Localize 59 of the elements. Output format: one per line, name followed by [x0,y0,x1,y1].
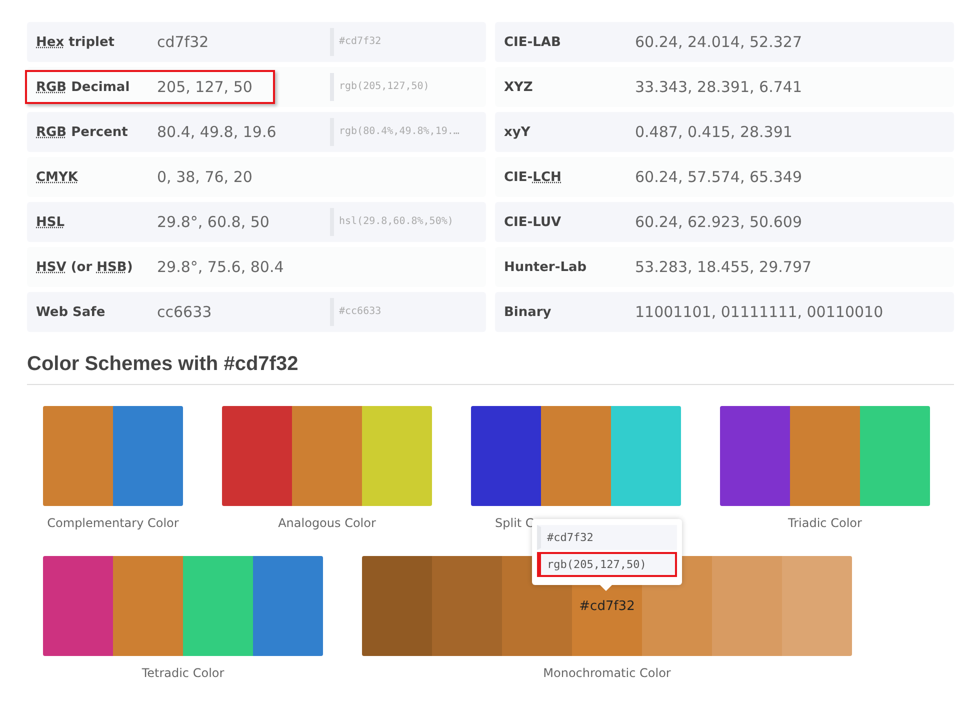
row-label: Hunter-Lab [504,260,588,274]
color-swatch[interactable] [720,406,790,506]
row-label: XYZ [504,80,534,94]
color-swatch[interactable] [113,556,183,656]
row-label: HSL [36,214,66,230]
color-swatch[interactable] [611,406,681,506]
row-value: 53.283, 18.455, 29.797 [635,258,812,276]
row-value: 11001101, 01111111, 00110010 [635,303,884,321]
row-value: 29.8°, 75.6, 80.4 [157,258,284,276]
row-value: 60.24, 57.574, 65.349 [635,168,802,186]
row-label: Web Safe [36,304,106,320]
color-swatch[interactable] [782,556,852,656]
row-label: RGB Decimal [36,80,131,94]
row-value: cd7f32 [157,33,209,51]
scheme-name: Monochromatic Color [542,666,672,680]
row-value: cc6633 [157,303,212,321]
row-value: 60.24, 24.014, 52.327 [635,33,802,51]
color-swatch[interactable] [790,406,860,506]
row-value: 33.343, 28.391, 6.741 [635,78,802,96]
row-value: 80.4, 49.8, 19.6 [157,123,276,141]
color-swatch[interactable] [43,556,113,656]
color-swatch[interactable] [43,406,113,506]
code-snippet: rgb(205,127,50) [330,73,489,101]
color-swatch[interactable] [860,406,930,506]
row-label: xyY [504,124,532,140]
color-swatch[interactable] [292,406,362,506]
row-value: 205, 127, 50 [157,78,252,96]
row-label: HSV (or HSB) [36,260,134,274]
color-swatch[interactable] [712,556,782,656]
row-label: Binary [504,304,552,320]
color-swatch[interactable] [253,556,323,656]
row-label: CIE-LAB [504,34,562,50]
scheme-name: Analogous Color [277,516,377,530]
code-snippet: hsl(29.8,60.8%,50%) [330,208,489,236]
scheme-name: Tetradic Color [140,666,226,680]
color-swatch[interactable] [222,406,292,506]
code-snippet: rgb(80.4%,49.8%,19.… [330,118,489,146]
scheme-name: Triadic Color [787,516,863,530]
code-snippet: #cc6633 [330,298,489,326]
color-swatch[interactable] [432,556,502,656]
color-swatch[interactable] [113,406,183,506]
row-label: CMYK [36,170,80,184]
row-value: 0.487, 0.415, 28.391 [635,123,792,141]
row-label: CIE-LCH [504,170,562,184]
swatch-label: #cd7f32 [579,598,635,614]
row-value: 29.8°, 60.8, 50 [157,213,270,231]
code-snippet: #cd7f32 [330,28,489,56]
color-swatch[interactable] [471,406,541,506]
row-label: RGB Percent [36,124,129,140]
color-swatch[interactable] [362,556,432,656]
row-value: 60.24, 62.923, 50.609 [635,213,802,231]
color-swatch[interactable] [362,406,432,506]
section-heading: Color Schemes with #cd7f32 [27,353,954,385]
row-value: 0, 38, 76, 20 [157,168,252,186]
color-swatch[interactable] [183,556,253,656]
row-label: CIE-LUV [504,214,562,230]
row-label: Hex triplet [36,34,116,50]
color-swatch[interactable] [541,406,611,506]
scheme-name: Complementary Color [46,516,180,530]
